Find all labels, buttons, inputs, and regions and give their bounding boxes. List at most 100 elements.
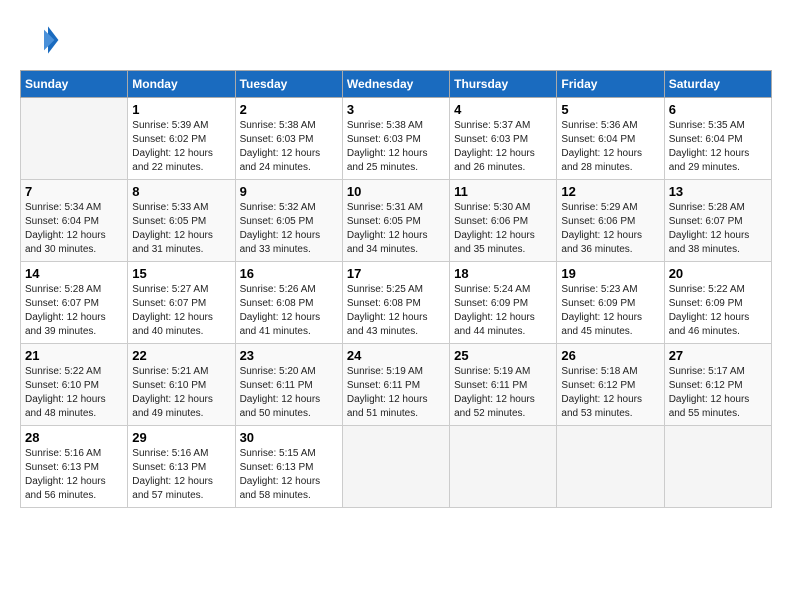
day-number: 9 xyxy=(240,184,338,199)
cell-content: Sunrise: 5:28 AMSunset: 6:07 PMDaylight:… xyxy=(669,201,767,257)
calendar-header-row: SundayMondayTuesdayWednesdayThursdayFrid… xyxy=(21,71,772,98)
day-number: 6 xyxy=(669,102,767,117)
calendar-cell: 26 Sunrise: 5:18 AMSunset: 6:12 PMDayligh… xyxy=(557,344,664,426)
day-number: 27 xyxy=(669,348,767,363)
calendar-week-row: 1 Sunrise: 5:39 AMSunset: 6:02 PMDaylight… xyxy=(21,98,772,180)
logo-icon xyxy=(20,20,60,60)
day-number: 24 xyxy=(347,348,445,363)
calendar-cell: 30 Sunrise: 5:15 AMSunset: 6:13 PMDayligh… xyxy=(235,426,342,508)
cell-content: Sunrise: 5:22 AMSunset: 6:09 PMDaylight:… xyxy=(669,283,767,339)
calendar-cell: 1 Sunrise: 5:39 AMSunset: 6:02 PMDaylight… xyxy=(128,98,235,180)
calendar-cell: 22 Sunrise: 5:21 AMSunset: 6:10 PMDayligh… xyxy=(128,344,235,426)
calendar-cell: 24 Sunrise: 5:19 AMSunset: 6:11 PMDayligh… xyxy=(342,344,449,426)
day-number: 12 xyxy=(561,184,659,199)
day-number: 1 xyxy=(132,102,230,117)
cell-content: Sunrise: 5:20 AMSunset: 6:11 PMDaylight:… xyxy=(240,365,338,421)
day-number: 20 xyxy=(669,266,767,281)
calendar-cell: 8Sunrise: 5:33 AMSunset: 6:05 PMDaylight… xyxy=(128,180,235,262)
calendar-cell: 29 Sunrise: 5:16 AMSunset: 6:13 PMDayligh… xyxy=(128,426,235,508)
calendar-cell: 4 Sunrise: 5:37 AMSunset: 6:03 PMDaylight… xyxy=(450,98,557,180)
day-number: 3 xyxy=(347,102,445,117)
day-number: 29 xyxy=(132,430,230,445)
calendar-week-row: 21Sunrise: 5:22 AMSunset: 6:10 PMDayligh… xyxy=(21,344,772,426)
cell-content: Sunrise: 5:17 AMSunset: 6:12 PMDaylight:… xyxy=(669,365,767,421)
calendar-cell: 13 Sunrise: 5:28 AMSunset: 6:07 PMDayligh… xyxy=(664,180,771,262)
cell-content: Sunrise: 5:21 AMSunset: 6:10 PMDaylight:… xyxy=(132,365,230,421)
calendar-cell: 28 Sunrise: 5:16 AMSunset: 6:13 PMDayligh… xyxy=(21,426,128,508)
calendar-cell xyxy=(21,98,128,180)
calendar-cell: 21Sunrise: 5:22 AMSunset: 6:10 PMDayligh… xyxy=(21,344,128,426)
calendar-cell: 2 Sunrise: 5:38 AMSunset: 6:03 PMDaylight… xyxy=(235,98,342,180)
column-header-monday: Monday xyxy=(128,71,235,98)
calendar-cell: 23 Sunrise: 5:20 AMSunset: 6:11 PMDayligh… xyxy=(235,344,342,426)
column-header-wednesday: Wednesday xyxy=(342,71,449,98)
cell-content: Sunrise: 5:22 AMSunset: 6:10 PMDaylight:… xyxy=(25,365,123,421)
calendar-cell: 20 Sunrise: 5:22 AMSunset: 6:09 PMDayligh… xyxy=(664,262,771,344)
day-number: 26 xyxy=(561,348,659,363)
calendar-cell: 10 Sunrise: 5:31 AMSunset: 6:05 PMDayligh… xyxy=(342,180,449,262)
cell-content: Sunrise: 5:37 AMSunset: 6:03 PMDaylight:… xyxy=(454,119,552,175)
cell-content: Sunrise: 5:18 AMSunset: 6:12 PMDaylight:… xyxy=(561,365,659,421)
calendar-cell: 12 Sunrise: 5:29 AMSunset: 6:06 PMDayligh… xyxy=(557,180,664,262)
cell-content: Sunrise: 5:28 AMSunset: 6:07 PMDaylight:… xyxy=(25,283,123,339)
column-header-saturday: Saturday xyxy=(664,71,771,98)
calendar-week-row: 14 Sunrise: 5:28 AMSunset: 6:07 PMDayligh… xyxy=(21,262,772,344)
cell-content: Sunrise: 5:15 AMSunset: 6:13 PMDaylight:… xyxy=(240,447,338,503)
cell-content: Sunrise: 5:31 AMSunset: 6:05 PMDaylight:… xyxy=(347,201,445,257)
calendar-cell: 3 Sunrise: 5:38 AMSunset: 6:03 PMDaylight… xyxy=(342,98,449,180)
logo xyxy=(20,20,64,60)
day-number: 18 xyxy=(454,266,552,281)
day-number: 14 xyxy=(25,266,123,281)
day-number: 19 xyxy=(561,266,659,281)
cell-content: Sunrise: 5:38 AMSunset: 6:03 PMDaylight:… xyxy=(240,119,338,175)
cell-content: Sunrise: 5:30 AMSunset: 6:06 PMDaylight:… xyxy=(454,201,552,257)
calendar-cell: 5 Sunrise: 5:36 AMSunset: 6:04 PMDaylight… xyxy=(557,98,664,180)
cell-content: Sunrise: 5:35 AMSunset: 6:04 PMDaylight:… xyxy=(669,119,767,175)
calendar-cell: 18Sunrise: 5:24 AMSunset: 6:09 PMDayligh… xyxy=(450,262,557,344)
day-number: 11 xyxy=(454,184,552,199)
calendar-cell xyxy=(450,426,557,508)
calendar-cell: 16 Sunrise: 5:26 AMSunset: 6:08 PMDayligh… xyxy=(235,262,342,344)
day-number: 30 xyxy=(240,430,338,445)
calendar-week-row: 28 Sunrise: 5:16 AMSunset: 6:13 PMDayligh… xyxy=(21,426,772,508)
calendar-cell: 25Sunrise: 5:19 AMSunset: 6:11 PMDayligh… xyxy=(450,344,557,426)
cell-content: Sunrise: 5:38 AMSunset: 6:03 PMDaylight:… xyxy=(347,119,445,175)
cell-content: Sunrise: 5:33 AMSunset: 6:05 PMDaylight:… xyxy=(132,201,230,257)
calendar-cell: 6 Sunrise: 5:35 AMSunset: 6:04 PMDaylight… xyxy=(664,98,771,180)
calendar-cell: 27 Sunrise: 5:17 AMSunset: 6:12 PMDayligh… xyxy=(664,344,771,426)
cell-content: Sunrise: 5:16 AMSunset: 6:13 PMDaylight:… xyxy=(25,447,123,503)
calendar-week-row: 7Sunrise: 5:34 AMSunset: 6:04 PMDaylight… xyxy=(21,180,772,262)
cell-content: Sunrise: 5:29 AMSunset: 6:06 PMDaylight:… xyxy=(561,201,659,257)
day-number: 28 xyxy=(25,430,123,445)
column-header-thursday: Thursday xyxy=(450,71,557,98)
column-header-tuesday: Tuesday xyxy=(235,71,342,98)
calendar-cell: 9 Sunrise: 5:32 AMSunset: 6:05 PMDaylight… xyxy=(235,180,342,262)
calendar-cell: 19 Sunrise: 5:23 AMSunset: 6:09 PMDayligh… xyxy=(557,262,664,344)
cell-content: Sunrise: 5:34 AMSunset: 6:04 PMDaylight:… xyxy=(25,201,123,257)
day-number: 15 xyxy=(132,266,230,281)
cell-content: Sunrise: 5:19 AMSunset: 6:11 PMDaylight:… xyxy=(347,365,445,421)
cell-content: Sunrise: 5:36 AMSunset: 6:04 PMDaylight:… xyxy=(561,119,659,175)
day-number: 23 xyxy=(240,348,338,363)
day-number: 22 xyxy=(132,348,230,363)
cell-content: Sunrise: 5:25 AMSunset: 6:08 PMDaylight:… xyxy=(347,283,445,339)
day-number: 5 xyxy=(561,102,659,117)
day-number: 2 xyxy=(240,102,338,117)
day-number: 16 xyxy=(240,266,338,281)
cell-content: Sunrise: 5:32 AMSunset: 6:05 PMDaylight:… xyxy=(240,201,338,257)
calendar-table: SundayMondayTuesdayWednesdayThursdayFrid… xyxy=(20,70,772,508)
cell-content: Sunrise: 5:23 AMSunset: 6:09 PMDaylight:… xyxy=(561,283,659,339)
day-number: 4 xyxy=(454,102,552,117)
page-header xyxy=(20,20,772,60)
calendar-cell xyxy=(557,426,664,508)
cell-content: Sunrise: 5:39 AMSunset: 6:02 PMDaylight:… xyxy=(132,119,230,175)
calendar-cell: 15Sunrise: 5:27 AMSunset: 6:07 PMDayligh… xyxy=(128,262,235,344)
day-number: 10 xyxy=(347,184,445,199)
day-number: 17 xyxy=(347,266,445,281)
day-number: 25 xyxy=(454,348,552,363)
column-header-sunday: Sunday xyxy=(21,71,128,98)
cell-content: Sunrise: 5:16 AMSunset: 6:13 PMDaylight:… xyxy=(132,447,230,503)
cell-content: Sunrise: 5:26 AMSunset: 6:08 PMDaylight:… xyxy=(240,283,338,339)
calendar-cell xyxy=(664,426,771,508)
day-number: 13 xyxy=(669,184,767,199)
